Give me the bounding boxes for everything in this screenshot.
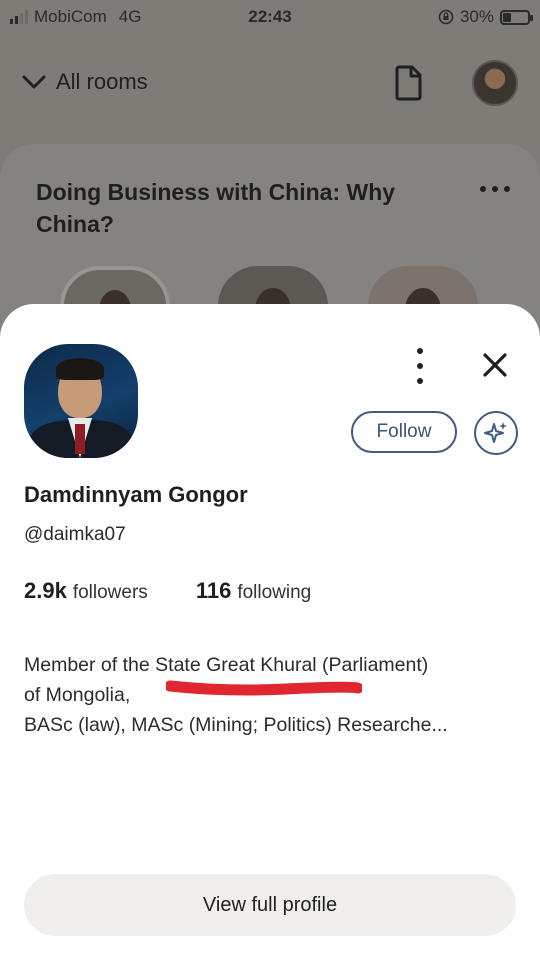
profile-sheet: Follow Damdinnyam Gongor @daimka07 2.9k f… xyxy=(0,304,540,960)
top-navigation: All rooms xyxy=(0,60,540,108)
profile-avatar[interactable] xyxy=(24,344,138,458)
followers-count: 2.9k xyxy=(24,578,67,603)
status-bar: MobiCom 4G 22:43 30% xyxy=(0,0,540,34)
follow-button[interactable]: Follow xyxy=(351,411,457,453)
view-full-profile-button[interactable]: View full profile xyxy=(24,874,516,936)
battery-fill xyxy=(503,12,511,22)
red-underline-annotation xyxy=(166,680,362,696)
battery-info: 30% xyxy=(438,7,533,27)
bio-line: Member of the State Great Khural (Parlia… xyxy=(24,654,429,676)
bio-line: BASc (law), MASc (Mining; Politics) Rese… xyxy=(24,714,448,736)
document-icon[interactable] xyxy=(390,64,426,102)
more-options-icon[interactable] xyxy=(410,348,430,384)
room-more-icon[interactable] xyxy=(480,186,510,192)
all-rooms-button[interactable]: All rooms xyxy=(20,68,148,96)
following-label: following xyxy=(237,582,312,603)
followers-stat[interactable]: 2.9k followers xyxy=(24,578,148,604)
my-profile-avatar[interactable] xyxy=(472,60,518,106)
close-icon[interactable] xyxy=(478,348,512,382)
rotation-lock-icon xyxy=(438,9,454,25)
followers-label: followers xyxy=(72,582,148,603)
chevron-down-icon xyxy=(22,75,46,89)
battery-icon xyxy=(500,9,533,25)
profile-name: Damdinnyam Gongor xyxy=(24,482,248,507)
sparkle-button[interactable] xyxy=(474,411,518,455)
profile-handle: @daimka07 xyxy=(24,524,126,545)
battery-percent: 30% xyxy=(459,7,494,26)
all-rooms-label: All rooms xyxy=(56,69,148,94)
room-title: Doing Business with China: Why China? xyxy=(36,179,396,237)
sparkle-icon xyxy=(484,422,507,443)
following-count: 116 xyxy=(195,578,232,603)
profile-stats: 2.9k followers 116 following xyxy=(24,578,311,604)
following-stat[interactable]: 116 following xyxy=(196,578,311,604)
